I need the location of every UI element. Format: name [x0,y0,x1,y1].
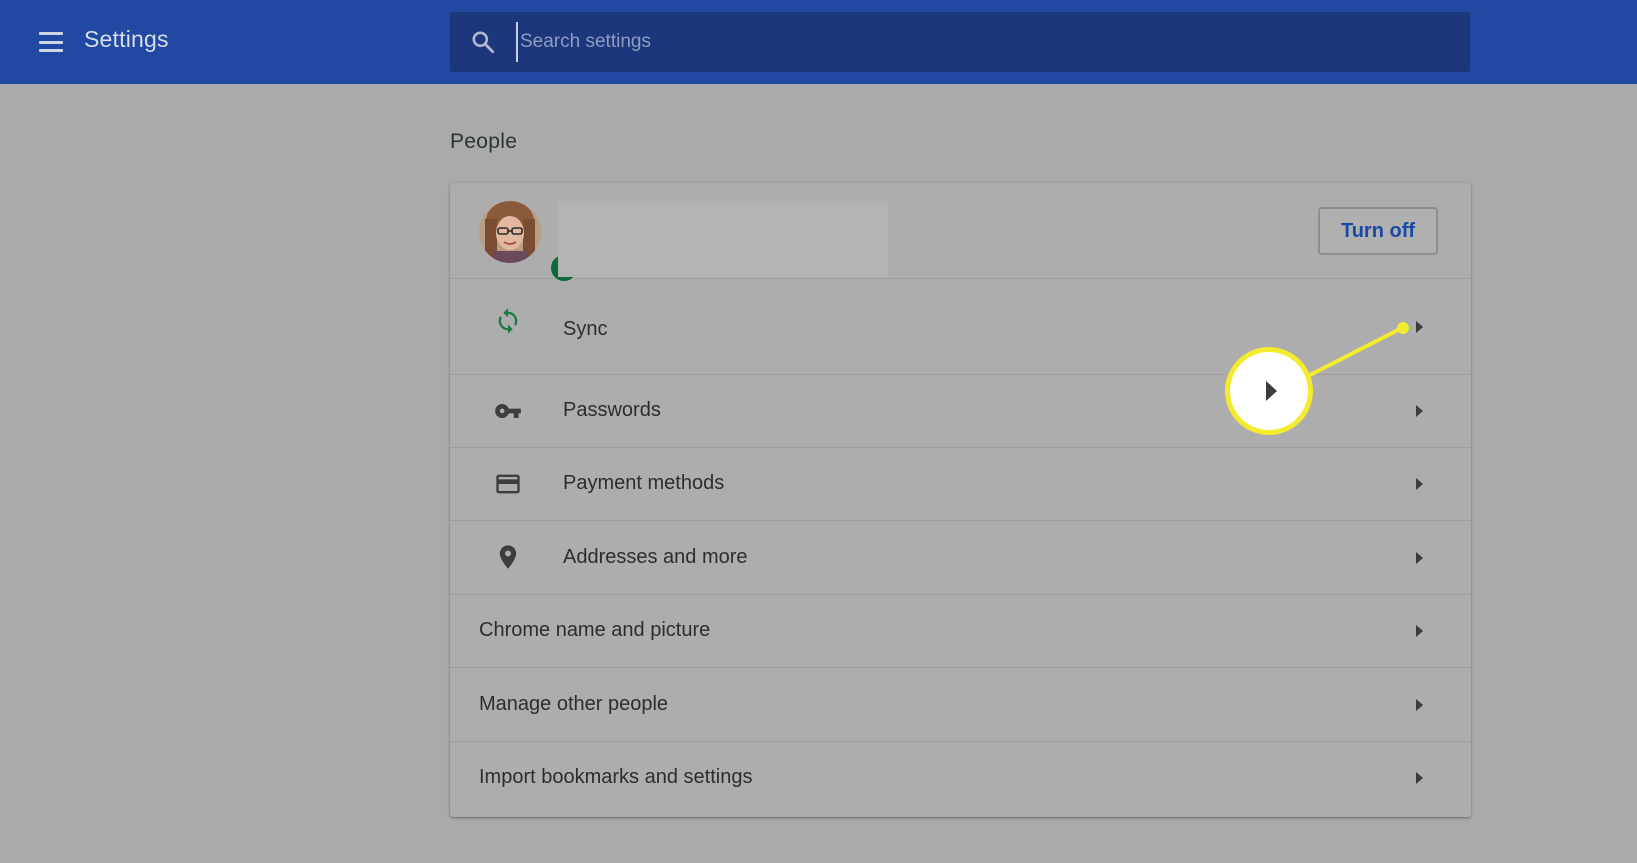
callout-highlight [1225,347,1313,435]
chrome-name-label: Chrome name and picture [479,619,711,641]
passwords-row[interactable]: Passwords [450,375,1471,448]
search-icon [472,31,495,54]
addresses-row[interactable]: Addresses and more [450,521,1471,595]
sync-icon [498,308,518,334]
import-bookmarks-label: Import bookmarks and settings [479,766,753,788]
manage-other-people-label: Manage other people [479,693,669,715]
chrome-name-and-picture-row[interactable]: Chrome name and picture [450,595,1471,668]
profile-row: Turn off [450,183,1471,283]
location-pin-icon [499,545,517,569]
manage-other-people-row[interactable]: Manage other people [450,668,1471,742]
search-input[interactable] [516,22,1416,62]
payment-methods-row[interactable]: Payment methods [450,448,1471,521]
search-box[interactable] [450,12,1470,72]
account-name-placeholder [558,201,888,277]
chevron-right-icon [1265,381,1277,401]
chevron-right-icon[interactable] [1416,699,1423,711]
section-title-people: People [450,130,518,153]
chevron-right-icon[interactable] [1416,552,1423,564]
people-card: Turn off Sync Passwords Payment methods … [450,183,1471,817]
passwords-label: Passwords [563,399,661,421]
sync-row[interactable]: Sync [450,279,1471,375]
app-title: Settings [84,26,169,52]
chevron-right-icon[interactable] [1416,478,1423,490]
chevron-right-icon[interactable] [1416,772,1423,784]
chevron-right-icon[interactable] [1416,625,1423,637]
key-icon [495,404,521,418]
chevron-right-icon[interactable] [1416,321,1423,333]
hamburger-menu-icon[interactable] [36,28,66,56]
avatar[interactable] [479,201,579,283]
import-bookmarks-row[interactable]: Import bookmarks and settings [450,742,1471,817]
payment-methods-label: Payment methods [563,472,725,494]
addresses-label: Addresses and more [563,546,748,568]
chevron-right-icon[interactable] [1416,405,1423,417]
credit-card-icon [496,474,520,494]
turn-off-button[interactable]: Turn off [1318,207,1438,255]
top-app-bar: Settings [0,0,1637,84]
sync-label: Sync [563,318,608,340]
